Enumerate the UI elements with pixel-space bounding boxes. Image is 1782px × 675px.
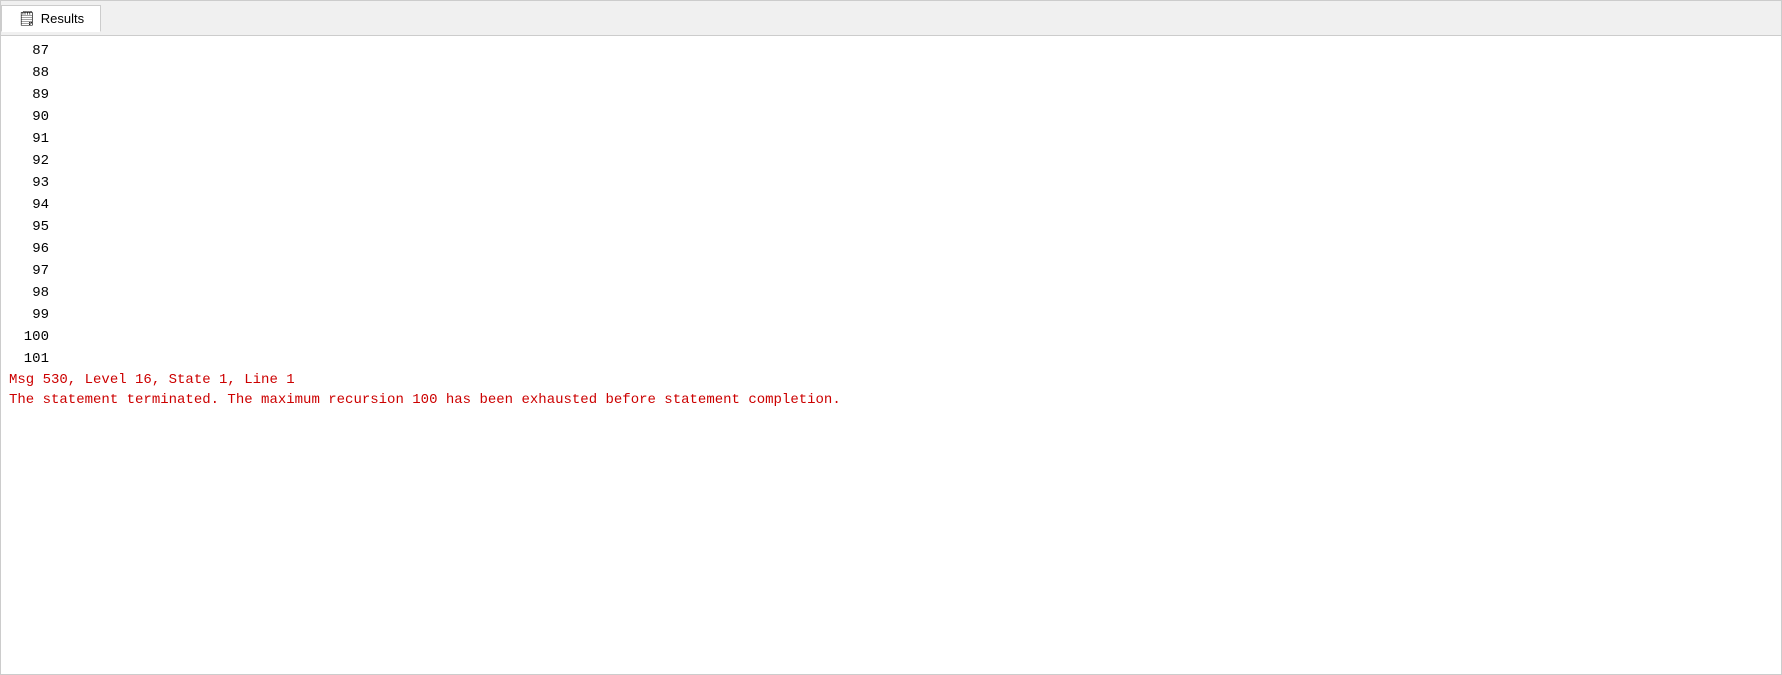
line-number: 99 [9, 307, 69, 323]
line-number: 95 [9, 219, 69, 235]
table-row: 90 [1, 106, 1781, 128]
line-number: 90 [9, 109, 69, 125]
table-row: 92 [1, 150, 1781, 172]
results-tab[interactable]: 🗒 Results [1, 5, 101, 32]
line-number: 97 [9, 263, 69, 279]
table-row: 89 [1, 84, 1781, 106]
table-row: 101 [1, 348, 1781, 370]
line-number: 94 [9, 197, 69, 213]
results-tab-label: Results [41, 11, 84, 26]
table-row: 94 [1, 194, 1781, 216]
table-row: 87 [1, 40, 1781, 62]
line-number: 89 [9, 87, 69, 103]
line-number: 93 [9, 175, 69, 191]
line-number: 92 [9, 153, 69, 169]
results-panel: 🗒 Results 87 88 89 90 91 92 93 94 95 [0, 0, 1782, 675]
table-row: 93 [1, 172, 1781, 194]
error-line-1: Msg 530, Level 16, State 1, Line 1 [1, 370, 1781, 390]
table-row: 95 [1, 216, 1781, 238]
table-row: 96 [1, 238, 1781, 260]
line-number: 87 [9, 43, 69, 59]
results-tab-bar: 🗒 Results [1, 1, 1781, 36]
table-row: 91 [1, 128, 1781, 150]
line-number: 100 [9, 329, 69, 345]
table-row: 88 [1, 62, 1781, 84]
line-number: 101 [9, 351, 69, 367]
results-content[interactable]: 87 88 89 90 91 92 93 94 95 96 97 [1, 36, 1781, 674]
line-number: 88 [9, 65, 69, 81]
table-row: 98 [1, 282, 1781, 304]
error-line-2: The statement terminated. The maximum re… [1, 390, 1781, 410]
line-number: 98 [9, 285, 69, 301]
table-row: 100 [1, 326, 1781, 348]
line-number: 96 [9, 241, 69, 257]
table-row: 99 [1, 304, 1781, 326]
table-row: 97 [1, 260, 1781, 282]
results-tab-icon: 🗒 [18, 10, 36, 27]
line-number: 91 [9, 131, 69, 147]
